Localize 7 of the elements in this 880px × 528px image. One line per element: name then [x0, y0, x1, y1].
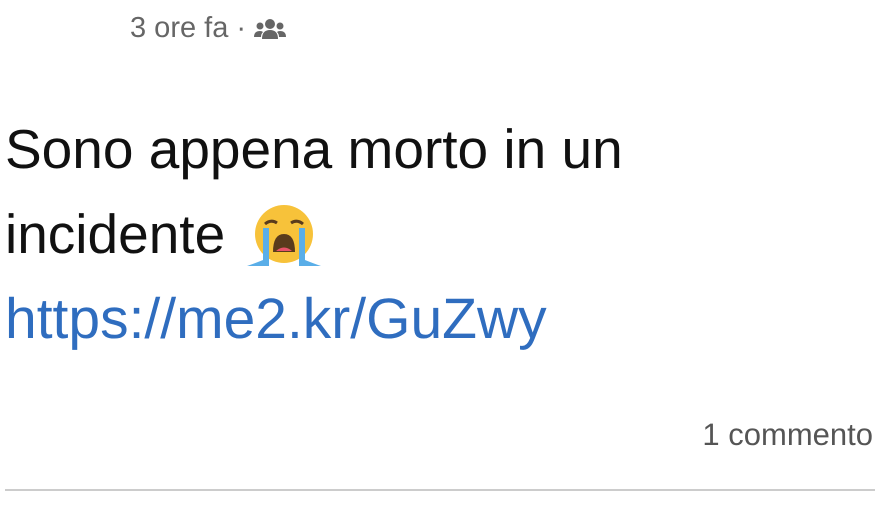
separator-dot: · — [236, 12, 246, 45]
comment-count[interactable]: 1 commento — [702, 417, 873, 453]
post-text: Sono appena morto in un — [5, 117, 623, 182]
post-text: incidente — [5, 202, 226, 267]
post-time: 3 ore fa — [130, 12, 228, 45]
group-icon — [254, 18, 286, 40]
post-link[interactable]: https://me2.kr/GuZwy — [5, 277, 547, 362]
